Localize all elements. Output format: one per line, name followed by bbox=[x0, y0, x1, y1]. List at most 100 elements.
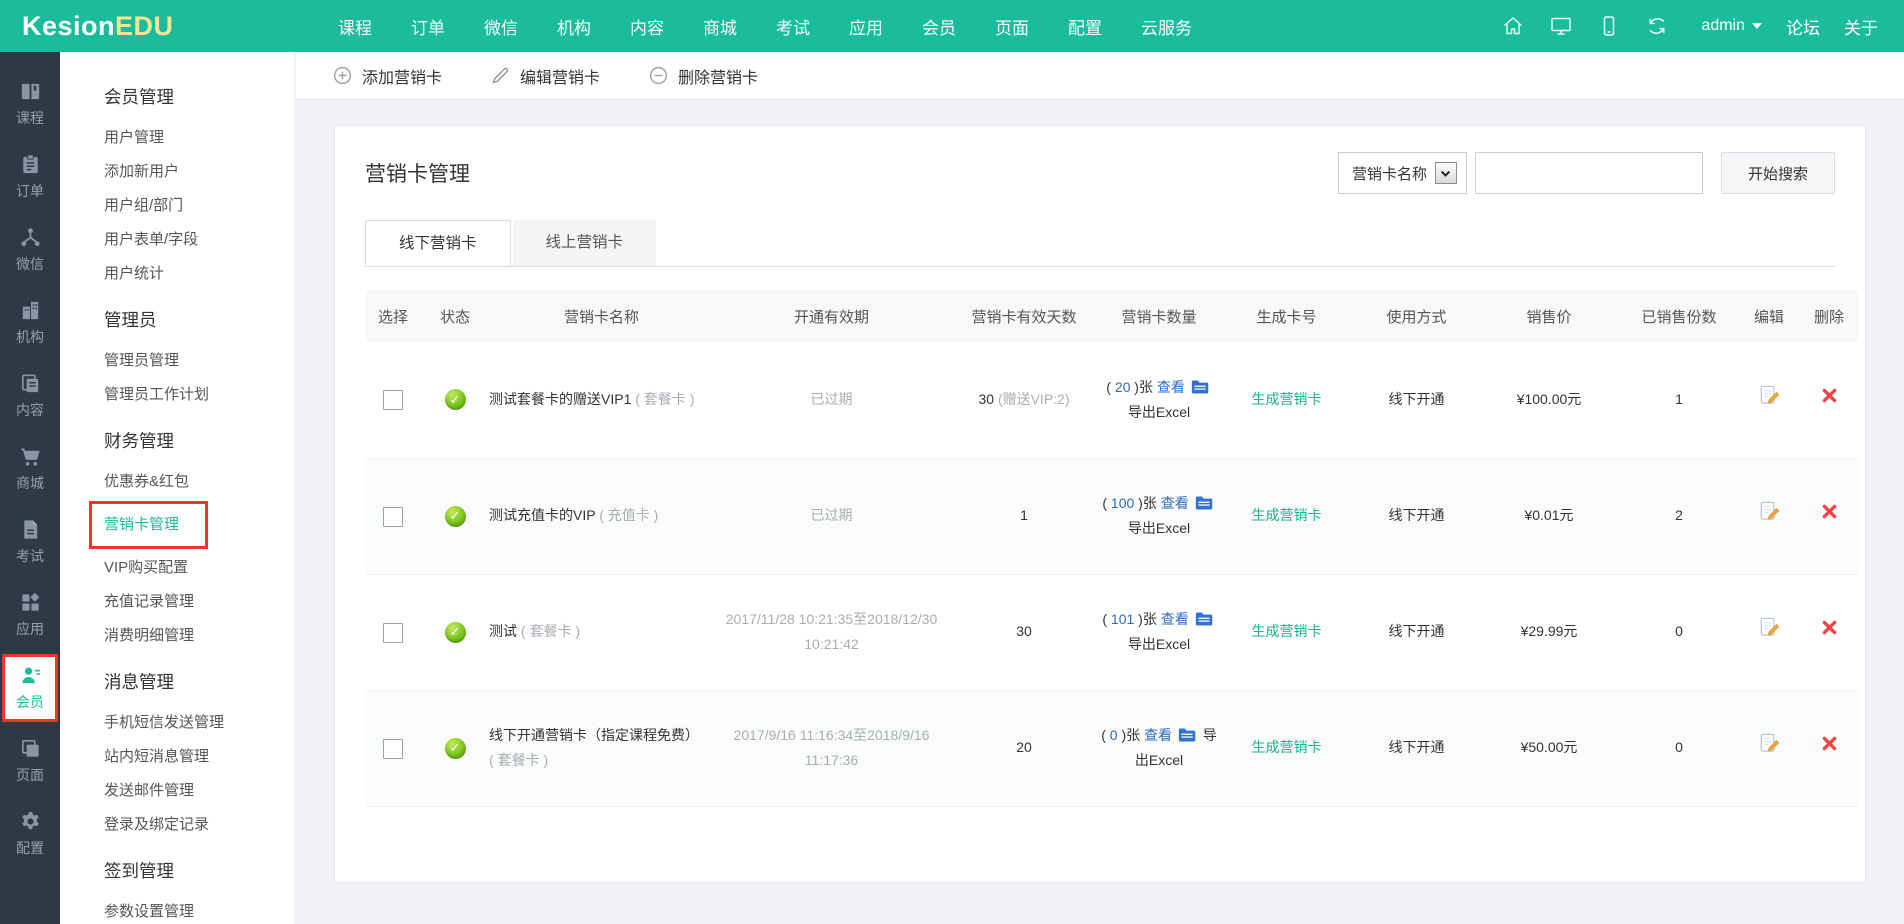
quantity-count: 0 bbox=[1110, 727, 1118, 743]
sidebar-item[interactable]: 管理员工作计划 bbox=[104, 378, 294, 412]
view-link[interactable]: 查看 bbox=[1161, 495, 1189, 511]
generate-card-link[interactable]: 生成营销卡 bbox=[1252, 507, 1322, 523]
sidebar-item[interactable]: 用户表单/字段 bbox=[104, 223, 294, 257]
topnav-item-1[interactable]: 课程 bbox=[338, 14, 372, 39]
rail-item-book[interactable]: 课程 bbox=[0, 70, 60, 138]
rail-item-user[interactable]: 会员 bbox=[2, 654, 58, 722]
view-link[interactable]: 查看 bbox=[1144, 727, 1172, 743]
column-header: 使用方式 bbox=[1354, 290, 1479, 342]
sidebar-item[interactable]: 消费明细管理 bbox=[104, 619, 294, 653]
delete-icon[interactable] bbox=[1821, 503, 1838, 520]
rail-item-docs[interactable]: 内容 bbox=[0, 362, 60, 430]
tab-1[interactable]: 线下营销卡 bbox=[365, 220, 511, 266]
row-checkbox[interactable] bbox=[383, 390, 403, 410]
sidebar-section-title: 会员管理 bbox=[104, 84, 294, 109]
minus-card-button[interactable]: 删除营销卡 bbox=[648, 64, 758, 88]
sidebar-item[interactable]: 站内短消息管理 bbox=[104, 740, 294, 774]
card-name: 测试 bbox=[489, 623, 517, 639]
rail-item-pages[interactable]: 页面 bbox=[0, 727, 60, 795]
generate-card-link[interactable]: 生成营销卡 bbox=[1252, 391, 1322, 407]
toolbar-button-label: 添加营销卡 bbox=[362, 64, 442, 88]
quantity-unit: )张 bbox=[1134, 611, 1157, 627]
forum-link[interactable]: 论坛 bbox=[1786, 14, 1820, 39]
mobile-icon[interactable] bbox=[1597, 14, 1621, 38]
sidebar-item[interactable]: 用户统计 bbox=[104, 257, 294, 291]
delete-icon[interactable] bbox=[1821, 735, 1838, 752]
search-input[interactable] bbox=[1475, 152, 1703, 194]
toolbar-button-label: 编辑营销卡 bbox=[520, 64, 600, 88]
topnav-menu: 课程 订单 微信 机构 内容 商城 考试 应用 会员 页面 配置 云服务 bbox=[338, 0, 1192, 52]
topnav-item-5[interactable]: 内容 bbox=[630, 14, 664, 39]
sidebar-item[interactable]: 用户管理 bbox=[104, 121, 294, 155]
sidebar-item[interactable]: 管理员管理 bbox=[104, 344, 294, 378]
table-row: ✓ 测试 ( 套餐卡 ) 2017/11/28 10:21:35至2018/12… bbox=[365, 574, 1859, 690]
topnav-item-8[interactable]: 应用 bbox=[849, 14, 883, 39]
edit-icon[interactable] bbox=[1758, 500, 1781, 523]
plus-card-button[interactable]: 添加营销卡 bbox=[332, 64, 442, 88]
about-link[interactable]: 关于 bbox=[1844, 14, 1878, 39]
sidebar-item[interactable]: 登录及绑定记录 bbox=[104, 808, 294, 842]
quantity-count: 100 bbox=[1111, 495, 1134, 511]
edit-icon[interactable] bbox=[1758, 616, 1781, 639]
view-link[interactable]: 查看 bbox=[1161, 611, 1189, 627]
sidebar-item[interactable]: 用户组/部门 bbox=[104, 189, 294, 223]
sidebar-item[interactable]: 添加新用户 bbox=[104, 155, 294, 189]
sidebar-item[interactable]: VIP购买配置 bbox=[104, 551, 294, 585]
search-category-select[interactable]: 营销卡名称 bbox=[1338, 152, 1467, 194]
quantity-unit: )张 bbox=[1134, 495, 1157, 511]
rail-item-label: 机构 bbox=[16, 327, 44, 347]
topnav-item-12[interactable]: 云服务 bbox=[1141, 14, 1192, 39]
rail-item-gear[interactable]: 配置 bbox=[0, 800, 60, 868]
sidebar-item[interactable]: 发送邮件管理 bbox=[104, 774, 294, 808]
row-checkbox[interactable] bbox=[383, 739, 403, 759]
sidebar-item[interactable]: 手机短信发送管理 bbox=[104, 706, 294, 740]
generate-card-link[interactable]: 生成营销卡 bbox=[1252, 739, 1322, 755]
topnav-item-9[interactable]: 会员 bbox=[922, 14, 956, 39]
monitor-icon[interactable] bbox=[1549, 14, 1573, 38]
export-excel-link[interactable]: 导出Excel bbox=[1128, 636, 1190, 652]
sidebar-item-label: 营销卡管理 bbox=[89, 501, 208, 549]
topnav-item-6[interactable]: 商城 bbox=[703, 14, 737, 39]
sidebar-item[interactable]: 优惠券&红包 bbox=[104, 465, 294, 499]
edit-icon[interactable] bbox=[1758, 384, 1781, 407]
generate-card-link[interactable]: 生成营销卡 bbox=[1252, 623, 1322, 639]
rail-item-label: 订单 bbox=[16, 181, 44, 201]
rail-item-grid[interactable]: 应用 bbox=[0, 581, 60, 649]
rail-item-label: 配置 bbox=[16, 838, 44, 858]
sidebar-item[interactable]: 参数设置管理 bbox=[104, 895, 294, 924]
topnav-item-11[interactable]: 配置 bbox=[1068, 14, 1102, 39]
row-checkbox[interactable] bbox=[383, 623, 403, 643]
pencil-card-button[interactable]: 编辑营销卡 bbox=[490, 64, 600, 88]
delete-icon[interactable] bbox=[1821, 387, 1838, 404]
table-row: ✓ 测试充值卡的VIP ( 充值卡 ) 已过期 1 ( 100 )张 查看 导出… bbox=[365, 458, 1859, 574]
rail-item-clipboard[interactable]: 订单 bbox=[0, 143, 60, 211]
topnav-item-7[interactable]: 考试 bbox=[776, 14, 810, 39]
home-icon[interactable] bbox=[1501, 14, 1525, 38]
row-checkbox[interactable] bbox=[383, 507, 403, 527]
admin-dropdown[interactable]: admin bbox=[1701, 17, 1762, 35]
search-button[interactable]: 开始搜索 bbox=[1721, 152, 1835, 194]
topnav-item-10[interactable]: 页面 bbox=[995, 14, 1029, 39]
export-excel-link[interactable]: 导出Excel bbox=[1128, 404, 1190, 420]
rail-item-file[interactable]: 考试 bbox=[0, 508, 60, 576]
topnav-item-2[interactable]: 订单 bbox=[411, 14, 445, 39]
topnav-item-3[interactable]: 微信 bbox=[484, 14, 518, 39]
edit-icon[interactable] bbox=[1758, 732, 1781, 755]
rail-item-cart[interactable]: 商城 bbox=[0, 435, 60, 503]
sidebar-item-label: 登录及绑定记录 bbox=[104, 808, 209, 842]
refresh-icon[interactable] bbox=[1645, 14, 1669, 38]
rail-item-label: 考试 bbox=[16, 546, 44, 566]
rail-item-building[interactable]: 机构 bbox=[0, 289, 60, 357]
user-icon bbox=[19, 664, 42, 687]
rail-item-share[interactable]: 微信 bbox=[0, 216, 60, 284]
circle-minus-icon bbox=[648, 65, 669, 86]
sidebar-item[interactable]: 营销卡管理 bbox=[104, 499, 294, 551]
delete-icon[interactable] bbox=[1821, 619, 1838, 636]
sidebar-item[interactable]: 充值记录管理 bbox=[104, 585, 294, 619]
rail-item-label: 页面 bbox=[16, 765, 44, 785]
view-link[interactable]: 查看 bbox=[1157, 379, 1185, 395]
tab-2[interactable]: 线上营销卡 bbox=[513, 220, 657, 266]
brand-logo[interactable]: KesionEDU bbox=[22, 0, 174, 52]
topnav-item-4[interactable]: 机构 bbox=[557, 14, 591, 39]
export-excel-link[interactable]: 导出Excel bbox=[1128, 520, 1190, 536]
